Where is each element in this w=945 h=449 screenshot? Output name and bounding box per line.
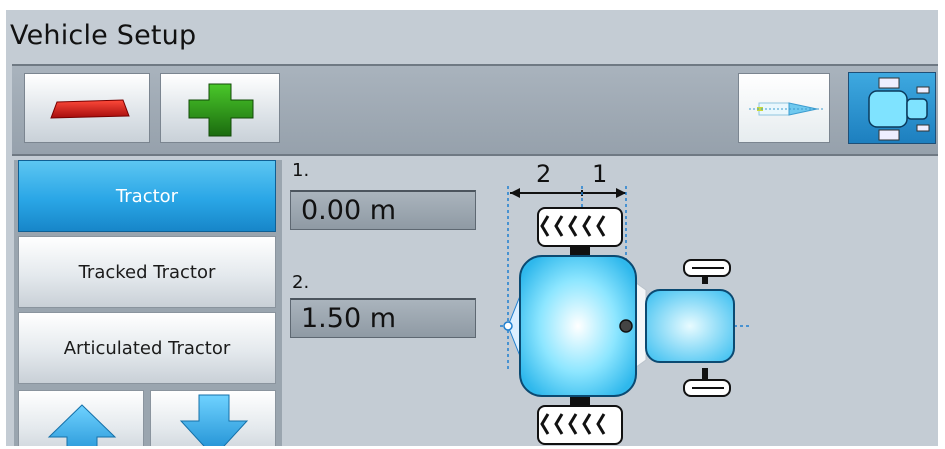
dimension-1-field[interactable]: 0.00 m — [290, 190, 476, 230]
scroll-up-button[interactable] — [18, 390, 144, 446]
rear-wheel-top — [537, 207, 623, 247]
dimension-1-label: 1. — [292, 160, 310, 181]
front-wheel-top — [683, 259, 731, 284]
toolbar — [12, 64, 938, 156]
vehicle-setup-screen: Vehicle Setup Tractor Tracked Tractor Ar… — [6, 10, 938, 446]
scroll-down-button[interactable] — [150, 390, 276, 446]
add-button[interactable] — [160, 73, 280, 143]
page-title: Vehicle Setup — [10, 20, 197, 51]
front-wheel-bottom — [683, 368, 731, 397]
implement-view-button[interactable] — [738, 73, 830, 143]
dimension-2-label: 2. — [292, 272, 310, 293]
arrow-down-icon — [179, 394, 249, 446]
implement-view-icon — [749, 102, 823, 116]
dimension-1-marker: 1 — [592, 160, 607, 188]
tractor-diagram: 2 1 — [500, 160, 752, 445]
arrow-up-icon — [47, 404, 117, 446]
vehicle-view-icon — [868, 77, 930, 141]
dimension-2-field[interactable]: 1.50 m — [290, 298, 476, 338]
rear-wheel-bottom — [537, 405, 623, 445]
vehicle-type-tractor[interactable]: Tractor — [18, 160, 276, 232]
minus-icon — [50, 99, 130, 119]
remove-button[interactable] — [24, 73, 150, 143]
vehicle-type-tracked-tractor[interactable]: Tracked Tractor — [18, 236, 276, 308]
vehicle-type-articulated-tractor[interactable]: Articulated Tractor — [18, 312, 276, 384]
plus-icon — [188, 83, 254, 137]
vehicle-type-list: Tractor Tracked Tractor Articulated Trac… — [14, 160, 282, 446]
vehicle-view-button[interactable] — [848, 72, 936, 144]
dimension-2-marker: 2 — [536, 160, 551, 188]
